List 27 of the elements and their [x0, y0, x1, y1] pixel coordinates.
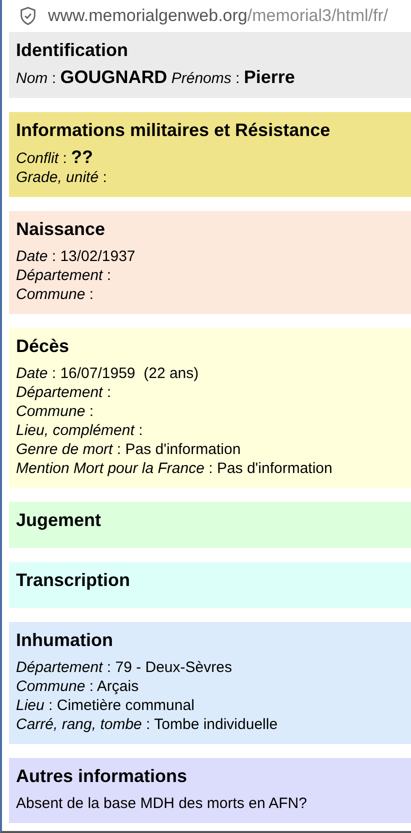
field-line: Département : — [16, 266, 112, 285]
section-title: Jugement — [16, 509, 102, 532]
field-line: Date : 13/02/1937 — [16, 247, 136, 266]
section-title: Décès — [16, 335, 70, 358]
section-title: Naissance — [16, 218, 106, 241]
field-line: Nom : GOUGNARD Prénoms : Pierre — [16, 68, 296, 88]
field-line: Date : 16/07/1959 (22 ans) — [16, 364, 200, 383]
field-line: Conflit : ?? — [16, 148, 94, 168]
field-line: Mention Mort pour la France : Pas d'information — [16, 459, 334, 478]
field-line: Département : — [16, 383, 112, 402]
shield-icon[interactable] — [18, 6, 38, 26]
field-line: Département : 79 - Deux-Sèvres — [16, 658, 233, 677]
section-title: Autres informations — [16, 765, 188, 788]
section-title: Identification — [16, 39, 129, 62]
section-title: Transcription — [16, 569, 132, 592]
url-text[interactable]: www.memorialgenweb.org/memorial3/html/fr/ — [48, 3, 388, 29]
section-title: Informations militaires et Résistance — [16, 119, 332, 142]
field-line: Grade, unité : — [16, 168, 108, 187]
field-line: Genre de mort : Pas d'information — [16, 440, 242, 459]
field-line: Lieu : Cimetière communal — [16, 696, 196, 715]
field-line: Commune : — [16, 402, 95, 421]
field-line: Commune : Arçais — [16, 677, 140, 696]
info-text: Absent de la base MDH des morts en AFN? — [16, 794, 308, 813]
field-line: Lieu, complément : — [16, 421, 144, 440]
field-line: Carré, rang, tombe : Tombe individuelle — [16, 715, 279, 734]
section-title: Inhumation — [16, 629, 114, 652]
field-line: Commune : — [16, 285, 95, 304]
